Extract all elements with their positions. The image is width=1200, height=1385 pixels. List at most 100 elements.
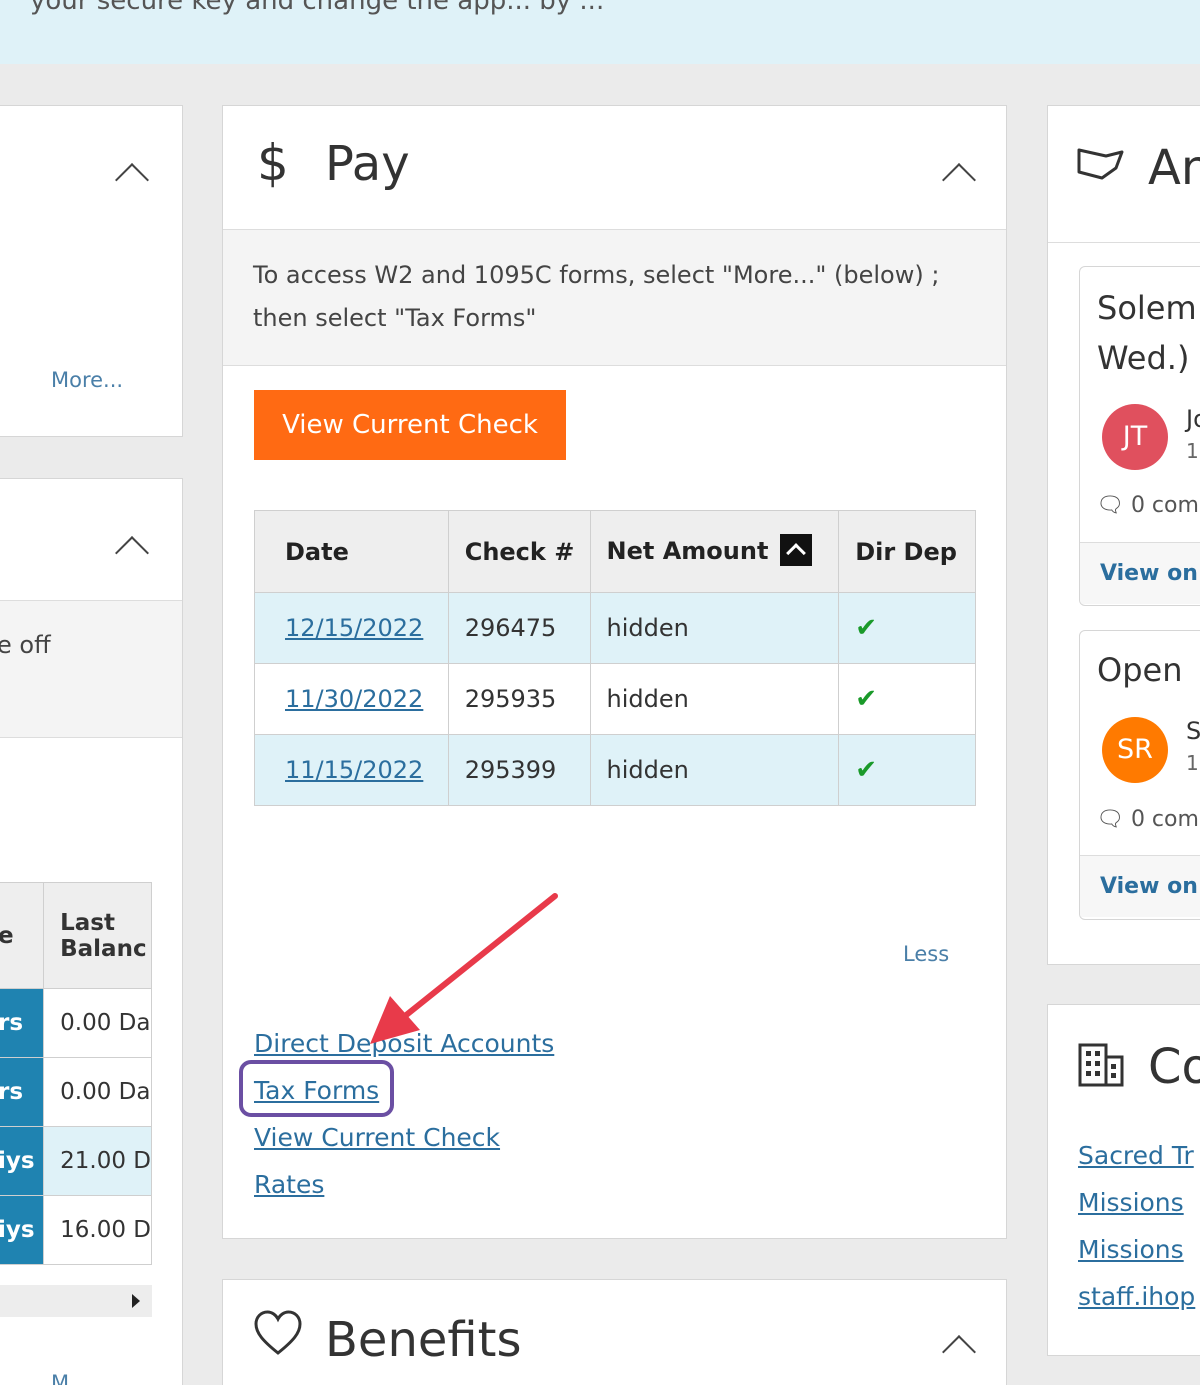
dir-dep-column-header[interactable]: Dir Dep [838, 510, 976, 593]
megaphone-icon [1077, 148, 1124, 180]
heart-icon [254, 1310, 302, 1355]
announcements-card-title: An [1148, 140, 1200, 196]
comments-label: 0 comm [1130, 493, 1200, 518]
sort-ascending-icon[interactable] [780, 533, 813, 566]
company-link[interactable]: Sacred Tr [1078, 1141, 1195, 1188]
red-arrow-annotation-icon [370, 893, 558, 1044]
company-card-title: Co [1148, 1039, 1200, 1095]
net-amount-cell: hidden [589, 592, 840, 664]
dir-dep-cell: ✔ [838, 592, 976, 664]
company-links-card: Co Sacred Tr Missions Missions staff.iho… [1047, 1004, 1200, 1356]
company-link[interactable]: Missions [1078, 1235, 1195, 1282]
more-link[interactable]: More... [51, 368, 123, 392]
left-top-card: More... [0, 105, 183, 437]
table-header: e [0, 882, 45, 989]
comments-count: 🗨︎ 0 comm [1096, 493, 1200, 518]
more-link-partial[interactable]: M [51, 1371, 69, 1385]
left-bottom-card: e off e Last Balanc rs 0.00 Da rs 0.00 D… [0, 478, 183, 1385]
view-on-link[interactable]: View on [1080, 542, 1200, 604]
balance-cell: 0.00 Da [43, 1057, 152, 1127]
left-card-notice-text: e off [0, 631, 51, 659]
pay-links-list: Direct Deposit Accounts Tax Forms View C… [254, 1026, 554, 1214]
scroll-right-arrow-icon[interactable] [132, 1294, 140, 1308]
company-link[interactable]: Missions [1078, 1188, 1195, 1235]
dirdep-header-label: Dir Dep [855, 537, 957, 566]
table-row: 11/30/2022 295935 hidden ✔ [254, 663, 976, 735]
dir-dep-cell: ✔ [838, 734, 976, 806]
view-current-check-button[interactable]: View Current Check [254, 390, 566, 460]
author-name: S [1186, 717, 1200, 745]
comments-label: 0 comm [1130, 807, 1200, 832]
balance-cell: 16.00 D [43, 1195, 152, 1265]
benefits-card: Benefits [222, 1279, 1007, 1385]
net-amount-cell: hidden [589, 734, 840, 806]
author-date: 1 [1186, 439, 1199, 463]
pay-checks-table: Date Check # Net Amount Dir Dep 12/15/20… [254, 510, 976, 806]
announcement-item[interactable]: Solem Wed.) JT Jo 1 🗨︎ 0 comm View on [1079, 266, 1200, 606]
leave-type-cell[interactable]: iys [0, 1195, 45, 1265]
announcement-title-line: Open [1097, 651, 1183, 689]
table-row: rs 0.00 Da [0, 1057, 152, 1127]
divider [1048, 242, 1200, 243]
date-cell: 11/30/2022 [254, 663, 449, 735]
table-row: iys 21.00 D [0, 1126, 152, 1196]
collapse-chevron-up-icon[interactable] [942, 163, 976, 197]
date-header-label: Date [285, 537, 349, 566]
company-link[interactable]: staff.ihop [1078, 1282, 1195, 1329]
announcement-item[interactable]: Open SR S 1 🗨︎ 0 comm View on [1079, 630, 1200, 920]
check-number-cell: 296475 [447, 592, 591, 664]
balances-table: e Last Balanc rs 0.00 Da rs 0.00 Da iys … [0, 882, 152, 1265]
checkmark-icon: ✔ [855, 613, 877, 643]
collapse-chevron-up-icon[interactable] [115, 163, 149, 197]
balance-cell: 0.00 Da [43, 988, 152, 1058]
checkmark-icon: ✔ [855, 755, 877, 785]
check-date-link[interactable]: 11/30/2022 [285, 685, 423, 713]
author-name: Jo [1186, 405, 1200, 433]
leave-type-cell[interactable]: iys [0, 1126, 45, 1196]
net-amount-column-header[interactable]: Net Amount [589, 510, 840, 593]
comment-icon: 🗨︎ [1096, 493, 1124, 518]
balance-cell: 21.00 D [43, 1126, 152, 1196]
check-date-link[interactable]: 12/15/2022 [285, 614, 423, 642]
date-cell: 12/15/2022 [254, 592, 449, 664]
collapse-chevron-up-icon[interactable] [942, 1335, 976, 1369]
check-number-column-header[interactable]: Check # [447, 510, 591, 593]
checkmark-icon: ✔ [855, 684, 877, 714]
table-row: rs 0.00 Da [0, 988, 152, 1058]
leave-type-cell[interactable]: rs [0, 1057, 45, 1127]
view-on-link[interactable]: View on [1080, 855, 1200, 917]
tax-forms-notice: To access W2 and 1095C forms, select "Mo… [223, 229, 1006, 366]
comment-icon: 🗨︎ [1096, 807, 1124, 832]
collapse-chevron-up-icon[interactable] [115, 536, 149, 570]
net-header-label: Net Amount [606, 536, 769, 565]
announcement-title-line: Solem [1097, 289, 1197, 327]
leave-type-cell[interactable]: rs [0, 988, 45, 1058]
check-date-link[interactable]: 11/15/2022 [285, 756, 423, 784]
top-banner: your secure key and change the app... by… [0, 0, 1200, 64]
comments-count: 🗨︎ 0 comm [1096, 807, 1200, 832]
less-link[interactable]: Less [903, 942, 949, 966]
author-date: 1 [1186, 751, 1199, 775]
avatar: SR [1102, 717, 1168, 783]
check-number-cell: 295399 [447, 734, 591, 806]
benefits-card-title: Benefits [325, 1312, 522, 1368]
view-current-check-link[interactable]: View Current Check [254, 1120, 554, 1167]
table-header: Last Balanc [43, 882, 152, 989]
net-amount-cell: hidden [589, 663, 840, 735]
company-links-list: Sacred Tr Missions Missions staff.ihop [1078, 1141, 1195, 1329]
pay-card-title: Pay [325, 136, 410, 192]
building-icon [1078, 1043, 1124, 1087]
table-row: 11/15/2022 295399 hidden ✔ [254, 734, 976, 806]
dollar-icon: $ [257, 134, 289, 192]
date-column-header[interactable]: Date [254, 510, 449, 593]
announcements-card: An Solem Wed.) JT Jo 1 🗨︎ 0 comm View on… [1047, 105, 1200, 965]
table-header-row: Date Check # Net Amount Dir Dep [254, 510, 976, 593]
table-row: iys 16.00 D [0, 1195, 152, 1265]
tax-forms-highlight-box [239, 1060, 394, 1117]
date-cell: 11/15/2022 [254, 734, 449, 806]
horizontal-scrollbar[interactable] [0, 1285, 152, 1317]
banner-text: your secure key and change the app... by… [30, 0, 605, 16]
table-row: 12/15/2022 296475 hidden ✔ [254, 592, 976, 664]
rates-link[interactable]: Rates [254, 1167, 554, 1214]
avatar: JT [1102, 404, 1168, 470]
